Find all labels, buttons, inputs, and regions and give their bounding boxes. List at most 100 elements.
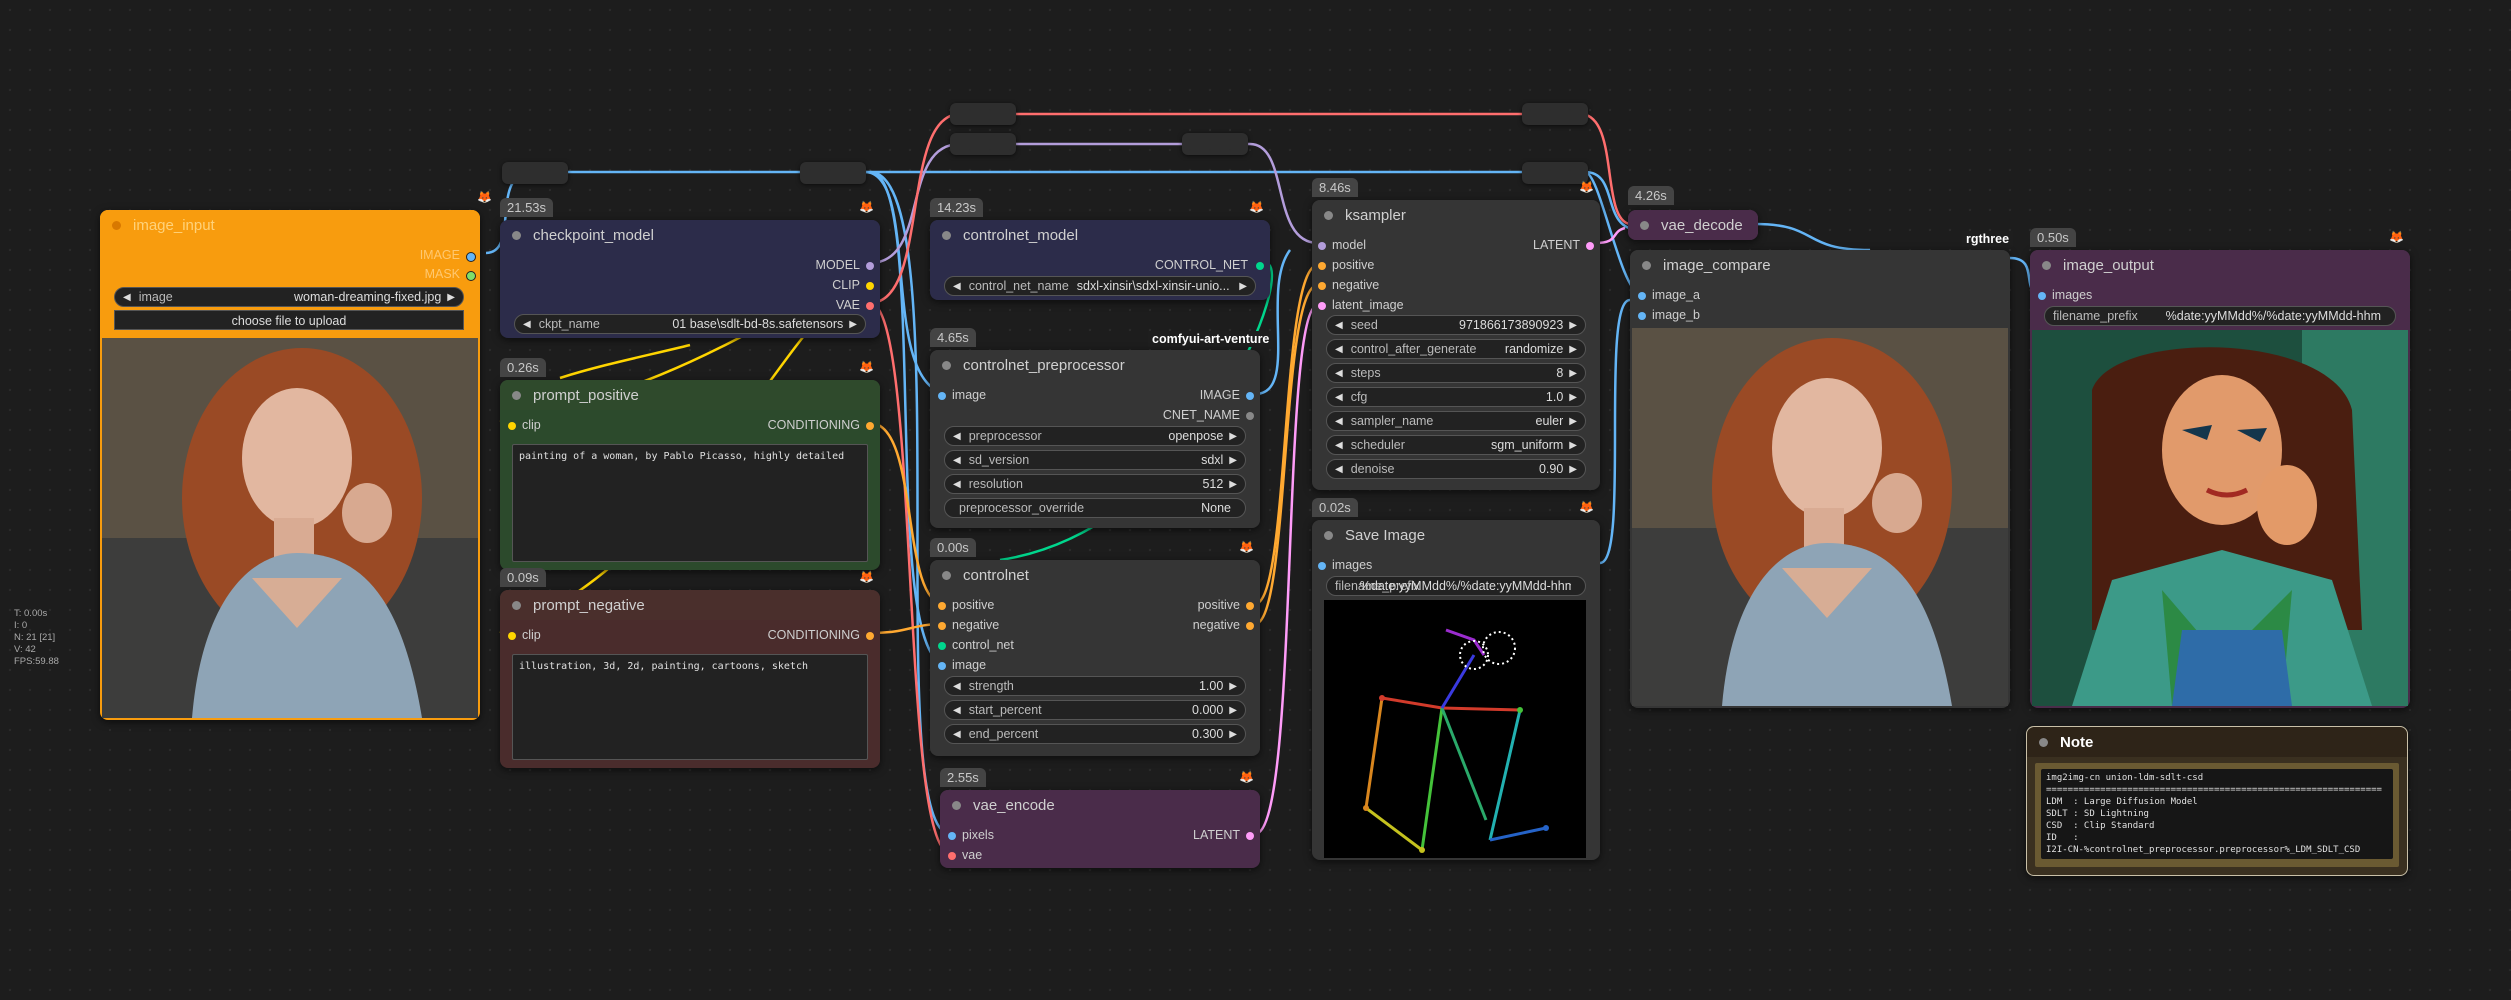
arrow-right-icon[interactable]: ▶ [1229, 681, 1237, 692]
collapse-dot[interactable] [512, 230, 521, 240]
ckpt-name-widget[interactable]: ◀ ckpt_name 01 base\sdlt-bd-8s.safetenso… [514, 314, 866, 334]
preprocessor-override-widget[interactable]: preprocessor_override None [944, 498, 1246, 518]
node-ksampler[interactable]: 8.46s 🦊 ksampler model positive negative… [1312, 178, 1600, 490]
collapse-dot[interactable] [1324, 530, 1333, 540]
arrow-right-icon[interactable]: ▶ [1569, 320, 1577, 331]
input-pin-negative[interactable] [938, 622, 946, 630]
node-controlnet-model[interactable]: 14.23s 🦊 controlnet_model CONTROL_NET ◀ … [930, 198, 1270, 300]
node-title[interactable]: image_output [2030, 250, 2410, 280]
output-pin-positive[interactable] [1246, 602, 1254, 610]
end-percent-widget[interactable]: ◀ end_percent 0.300 ▶ [944, 724, 1246, 744]
node-prompt-positive[interactable]: 0.26s 🦊 prompt_positive clip CONDITIONIN… [500, 358, 880, 570]
node-vae-decode[interactable]: 4.26s vae_decode [1628, 186, 1758, 240]
node-title[interactable]: ksampler [1312, 200, 1600, 230]
control-net-name-widget[interactable]: ◀ control_net_name sdxl-xinsir\sdxl-xins… [944, 276, 1256, 296]
node-image-output[interactable]: 0.50s 🦊 image_output images filename_pre… [2030, 228, 2410, 708]
collapse-dot[interactable] [512, 390, 521, 400]
arrow-left-icon[interactable]: ◀ [1335, 368, 1343, 379]
filename-prefix-widget[interactable]: filename_prefix %date:yyMMdd%/%date:yyMM… [1326, 576, 1586, 596]
output-pin-negative[interactable] [1246, 622, 1254, 630]
arrow-right-icon[interactable]: ▶ [849, 319, 857, 330]
resolution-widget[interactable]: ◀ resolution 512 ▶ [944, 474, 1246, 494]
node-title[interactable]: controlnet_preprocessor [930, 350, 1260, 380]
input-pin-control-net[interactable] [938, 642, 946, 650]
note-text-area[interactable]: img2img-cn union-ldm-sdlt-csd ==========… [2041, 769, 2393, 859]
start-percent-widget[interactable]: ◀ start_percent 0.000 ▶ [944, 700, 1246, 720]
collapse-dot[interactable] [1640, 220, 1649, 230]
node-checkpoint-model[interactable]: 21.53s 🦊 checkpoint_model MODEL CLIP VAE… [500, 198, 880, 338]
node-controlnet[interactable]: 0.00s 🦊 controlnet positive negative con… [930, 538, 1260, 756]
sd-version-widget[interactable]: ◀ sd_version sdxl ▶ [944, 450, 1246, 470]
prompt-text-area[interactable]: illustration, 3d, 2d, painting, cartoons… [512, 654, 868, 760]
arrow-right-icon[interactable]: ▶ [1229, 729, 1237, 740]
input-pin-vae[interactable] [948, 852, 956, 860]
output-pin-latent[interactable] [1586, 242, 1594, 250]
collapse-dot[interactable] [952, 800, 961, 810]
arrow-right-icon[interactable]: ▶ [1229, 705, 1237, 716]
arrow-right-icon[interactable]: ▶ [1569, 440, 1577, 451]
output-pin-conditioning[interactable] [866, 422, 874, 430]
input-pin-clip[interactable] [508, 632, 516, 640]
node-note[interactable]: Note img2img-cn union-ldm-sdlt-csd =====… [2026, 726, 2408, 876]
input-pin-positive[interactable] [1318, 262, 1326, 270]
input-pin-pixels[interactable] [948, 832, 956, 840]
strength-widget[interactable]: ◀ strength 1.00 ▶ [944, 676, 1246, 696]
collapse-dot[interactable] [512, 600, 521, 610]
arrow-right-icon[interactable]: ▶ [1569, 464, 1577, 475]
prompt-text-area[interactable]: painting of a woman, by Pablo Picasso, h… [512, 444, 868, 562]
arrow-left-icon[interactable]: ◀ [953, 681, 961, 692]
output-pin-mask[interactable] [466, 271, 476, 281]
input-pin-model[interactable] [1318, 242, 1326, 250]
input-pin-image-a[interactable] [1638, 292, 1646, 300]
output-pin-clip[interactable] [866, 282, 874, 290]
node-controlnet-preprocessor[interactable]: 4.65s controlnet_preprocessor image IMAG… [930, 328, 1260, 528]
arrow-right-icon[interactable]: ▶ [1229, 455, 1237, 466]
input-pin-latent-image[interactable] [1318, 302, 1326, 310]
output-pin-image[interactable] [1246, 392, 1254, 400]
output-pin-image[interactable] [466, 252, 476, 262]
node-image-compare[interactable]: image_compare image_a image_b [1630, 250, 2010, 708]
arrow-right-icon[interactable]: ▶ [1229, 431, 1237, 442]
node-title[interactable]: vae_encode [940, 790, 1260, 820]
input-pin-image[interactable] [938, 662, 946, 670]
arrow-right-icon[interactable]: ▶ [447, 292, 455, 303]
seed-widget[interactable]: ◀ seed 971866173890923 ▶ [1326, 315, 1586, 335]
node-title[interactable]: controlnet [930, 560, 1260, 590]
arrow-left-icon[interactable]: ◀ [1335, 464, 1343, 475]
node-prompt-negative[interactable]: 0.09s 🦊 prompt_negative clip CONDITIONIN… [500, 568, 880, 768]
reroute-node[interactable] [950, 103, 1016, 125]
output-pin-model[interactable] [866, 262, 874, 270]
arrow-left-icon[interactable]: ◀ [1335, 344, 1343, 355]
arrow-left-icon[interactable]: ◀ [953, 431, 961, 442]
arrow-left-icon[interactable]: ◀ [953, 479, 961, 490]
reroute-node[interactable] [1182, 133, 1248, 155]
output-pin-conditioning[interactable] [866, 632, 874, 640]
arrow-right-icon[interactable]: ▶ [1569, 392, 1577, 403]
scheduler-widget[interactable]: ◀ scheduler sgm_uniform ▶ [1326, 435, 1586, 455]
arrow-left-icon[interactable]: ◀ [953, 705, 961, 716]
arrow-left-icon[interactable]: ◀ [123, 292, 131, 303]
node-title[interactable]: controlnet_model [930, 220, 1270, 250]
node-title[interactable]: image_compare [1630, 250, 2010, 280]
steps-widget[interactable]: ◀ steps 8 ▶ [1326, 363, 1586, 383]
input-pin-positive[interactable] [938, 602, 946, 610]
arrow-right-icon[interactable]: ▶ [1569, 368, 1577, 379]
node-title[interactable]: checkpoint_model [500, 220, 880, 250]
sampler-name-widget[interactable]: ◀ sampler_name euler ▶ [1326, 411, 1586, 431]
arrow-left-icon[interactable]: ◀ [1335, 416, 1343, 427]
arrow-left-icon[interactable]: ◀ [1335, 440, 1343, 451]
reroute-node[interactable] [1522, 103, 1588, 125]
node-title[interactable]: Save Image [1312, 520, 1600, 550]
output-pin-vae[interactable] [866, 302, 874, 310]
arrow-left-icon[interactable]: ◀ [1335, 320, 1343, 331]
node-vae-encode[interactable]: 2.55s 🦊 vae_encode pixels vae LATENT [940, 768, 1260, 868]
arrow-right-icon[interactable]: ▶ [1569, 344, 1577, 355]
arrow-left-icon[interactable]: ◀ [1335, 392, 1343, 403]
node-save-image[interactable]: 0.02s 🦊 Save Image images filename_prefi… [1312, 498, 1600, 860]
input-pin-images[interactable] [1318, 562, 1326, 570]
arrow-left-icon[interactable]: ◀ [953, 729, 961, 740]
filename-prefix-widget[interactable]: filename_prefix %date:yyMMdd%/%date:yyMM… [2044, 306, 2396, 326]
reroute-node[interactable] [502, 162, 568, 184]
input-pin-clip[interactable] [508, 422, 516, 430]
node-image-input[interactable]: 🦊 image_input IMAGE MASK ◀ image woman-d… [100, 190, 492, 720]
